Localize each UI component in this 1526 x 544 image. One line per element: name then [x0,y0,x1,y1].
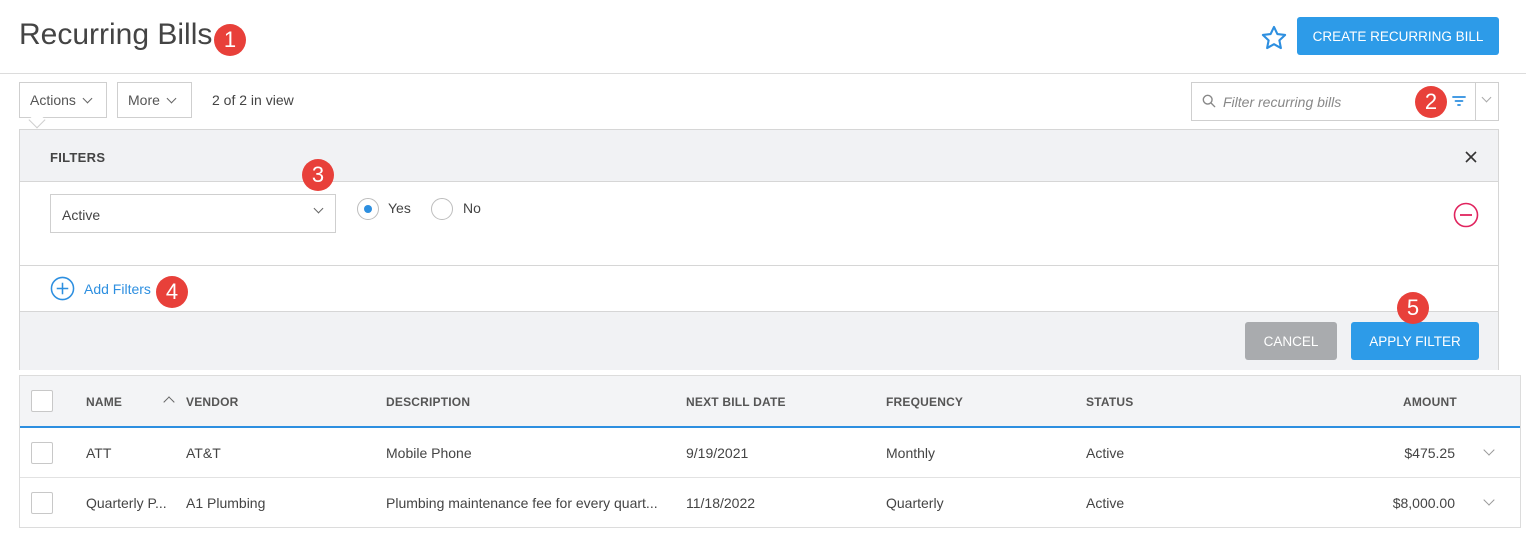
column-name[interactable]: NAME [86,395,122,409]
radio-yes[interactable] [357,198,379,220]
radio-yes-label: Yes [388,200,411,216]
callout-badge-2: 2 [1415,86,1447,118]
cell-vendor: AT&T [186,445,221,461]
cell-amount: $8,000.00 [1392,495,1455,511]
search-input[interactable] [1223,92,1423,112]
cell-description: Plumbing maintenance fee for every quart… [386,495,658,511]
row-checkbox[interactable] [31,492,53,514]
cancel-button[interactable]: CANCEL [1245,322,1337,360]
table-header: NAME VENDOR DESCRIPTION NEXT BILL DATE F… [20,376,1520,428]
cell-name: ATT [86,445,112,461]
sort-ascending-icon[interactable] [163,396,175,408]
column-frequency[interactable]: FREQUENCY [886,395,963,409]
filters-header: FILTERS [20,130,1498,182]
radio-no[interactable] [431,198,453,220]
cell-vendor: A1 Plumbing [186,495,266,511]
apply-filter-button[interactable]: APPLY FILTER [1351,322,1479,360]
add-filters-link[interactable]: Add Filters [84,281,151,297]
filters-panel: FILTERS Active Yes No Add Filters CANCEL… [19,129,1499,370]
plus-circle-icon[interactable] [50,276,75,301]
add-filter-row: Add Filters [20,266,1498,312]
column-amount[interactable]: AMOUNT [1403,395,1457,409]
column-next-bill-date[interactable]: NEXT BILL DATE [686,395,786,409]
recurring-bills-table: NAME VENDOR DESCRIPTION NEXT BILL DATE F… [19,375,1521,528]
cell-frequency: Quarterly [886,495,944,511]
callout-badge-5: 5 [1397,292,1429,324]
callout-badge-3: 3 [302,159,334,191]
search-icon [1202,94,1216,108]
table-row[interactable]: ATT AT&T Mobile Phone 9/19/2021 Monthly … [20,428,1520,478]
filters-footer: CANCEL APPLY FILTER [20,312,1498,370]
callout-badge-1: 1 [214,24,246,56]
filter-field-value: Active [62,207,101,223]
cell-next-bill-date: 11/18/2022 [686,495,756,511]
expand-row-icon[interactable] [1483,494,1495,506]
column-vendor[interactable]: VENDOR [186,395,239,409]
filters-title: FILTERS [50,150,106,165]
callout-badge-4: 4 [156,276,188,308]
cell-description: Mobile Phone [386,445,472,461]
table-row[interactable]: Quarterly P... A1 Plumbing Plumbing main… [20,478,1520,528]
in-view-count: 2 of 2 in view [212,92,294,108]
expand-row-icon[interactable] [1483,444,1495,456]
filter-icon[interactable] [1451,93,1467,109]
chevron-down-icon [166,93,177,103]
remove-filter-icon[interactable] [1453,202,1479,228]
cell-frequency: Monthly [886,445,936,461]
cell-next-bill-date: 9/19/2021 [686,445,749,461]
favorite-star-icon[interactable] [1260,24,1288,52]
row-checkbox[interactable] [31,442,53,464]
more-dropdown[interactable]: More [117,82,192,118]
close-icon[interactable] [1463,149,1479,165]
column-description[interactable]: DESCRIPTION [386,395,470,409]
more-label: More [128,92,160,108]
cell-name: Quarterly P... [86,495,167,511]
column-status[interactable]: STATUS [1086,395,1133,409]
filter-field-select[interactable]: Active [50,194,336,233]
chevron-down-icon [313,203,324,214]
page-header: Recurring Bills 1 CREATE RECURRING BILL [0,0,1526,74]
filter-row: Active Yes No [20,182,1498,266]
cell-amount: $475.25 [1404,445,1455,461]
create-recurring-bill-button[interactable]: CREATE RECURRING BILL [1297,17,1499,55]
page-title: Recurring Bills [19,18,213,51]
cell-status: Active [1086,445,1125,461]
cell-status: Active [1086,495,1125,511]
chevron-down-icon [82,93,93,103]
actions-label: Actions [30,92,76,108]
radio-no-label: No [463,200,481,216]
search-options-dropdown[interactable] [1476,82,1499,121]
select-all-checkbox[interactable] [31,390,53,412]
actions-dropdown[interactable]: Actions [19,82,107,118]
chevron-down-icon [1481,92,1492,103]
